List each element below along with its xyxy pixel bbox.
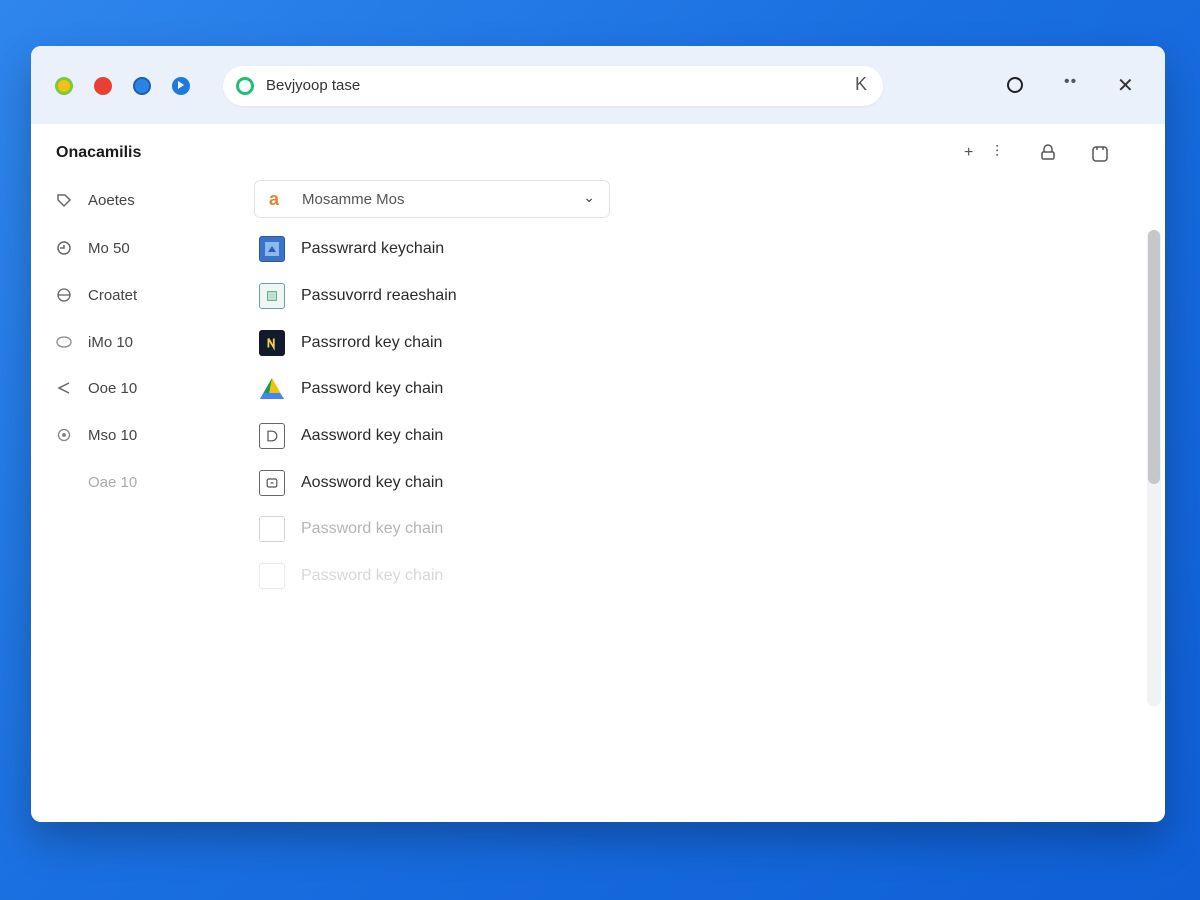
blue-app-icon <box>259 236 285 262</box>
list-item[interactable]: Aossword key chain <box>259 469 443 497</box>
list-item[interactable]: Password key chain <box>259 375 443 403</box>
app-title: Onacamilis <box>56 144 142 161</box>
a-logo-icon: a <box>268 188 279 209</box>
list-item[interactable]: Password key chain <box>259 562 443 590</box>
list-item[interactable]: Password key chain <box>259 515 443 543</box>
entry-label: Password key chain <box>301 567 444 584</box>
green-box-icon <box>259 283 285 309</box>
doc-icon <box>259 516 285 542</box>
doc-icon <box>259 563 285 589</box>
sidebar-item-oae-10[interactable]: Oae 10 <box>56 470 137 494</box>
entry-label: Aossword key chain <box>301 474 444 491</box>
pin-icon[interactable]: ⫶ <box>995 144 999 162</box>
back-arrow-icon <box>56 380 72 396</box>
entry-label: Passwrard keychain <box>301 240 445 257</box>
blank-icon <box>56 474 72 490</box>
globe-icon <box>56 287 72 303</box>
sidebar-item-ooe-10[interactable]: Ooe 10 <box>56 376 137 400</box>
add-icon[interactable]: + <box>964 144 973 162</box>
sidebar-item-label: Ooe 10 <box>88 379 138 397</box>
chevron-down-icon: ⌄ <box>583 189 595 205</box>
sidebar-item-mo-50[interactable]: Mo 50 <box>56 236 130 260</box>
tag-icon <box>56 192 72 208</box>
list-item[interactable]: Aassword key chain <box>259 422 443 450</box>
sidebar-item-label: Aoetes <box>88 191 135 209</box>
entry-label: Password key chain <box>301 520 444 537</box>
dropdown-label: Mosamme Mos <box>302 190 405 208</box>
entry-label: Password key chain <box>301 380 444 397</box>
sidebar-item-mso-10[interactable]: Mso 10 <box>56 423 137 447</box>
list-item[interactable]: Passwrard keychain <box>259 235 444 263</box>
dark-app-icon <box>259 330 285 356</box>
sidebar-item-imo-10[interactable]: iMo 10 <box>56 330 133 354</box>
sidebar-item-label: Oae 10 <box>88 473 138 491</box>
outline-d-icon <box>259 423 285 449</box>
clock-icon <box>56 240 72 256</box>
sidebar-item-aoetes[interactable]: Aoetes <box>56 188 135 212</box>
oval-icon <box>56 334 72 350</box>
entry-label: Aassword key chain <box>301 427 444 444</box>
sidebar-item-croatet[interactable]: Croatet <box>56 283 137 307</box>
triangle-drive-icon <box>259 376 285 402</box>
list-item[interactable]: Passuvorrd reaeshain <box>259 282 457 310</box>
list-item[interactable]: Passrrord key chain <box>259 329 442 357</box>
outline-square-icon <box>259 470 285 496</box>
window-icon[interactable] <box>1092 146 1108 162</box>
sidebar-item-label: iMo 10 <box>88 333 134 351</box>
settings-icon <box>56 427 72 443</box>
entry-label: Passuvorrd reaeshain <box>301 287 457 304</box>
entry-label: Passrrord key chain <box>301 334 443 351</box>
account-dropdown[interactable]: a Mosamme Mos ⌄ <box>254 180 610 218</box>
sidebar-item-label: Mso 10 <box>88 426 138 444</box>
sidebar-item-label: Mo 50 <box>88 239 130 257</box>
sidebar-item-label: Croatet <box>88 286 138 304</box>
window-content: Onacamilis + ⫶ Aoetes Mo 50 Croatet iMo … <box>31 46 1165 822</box>
lock-icon[interactable] <box>1040 144 1056 160</box>
scrollbar-thumb[interactable] <box>1148 230 1160 484</box>
